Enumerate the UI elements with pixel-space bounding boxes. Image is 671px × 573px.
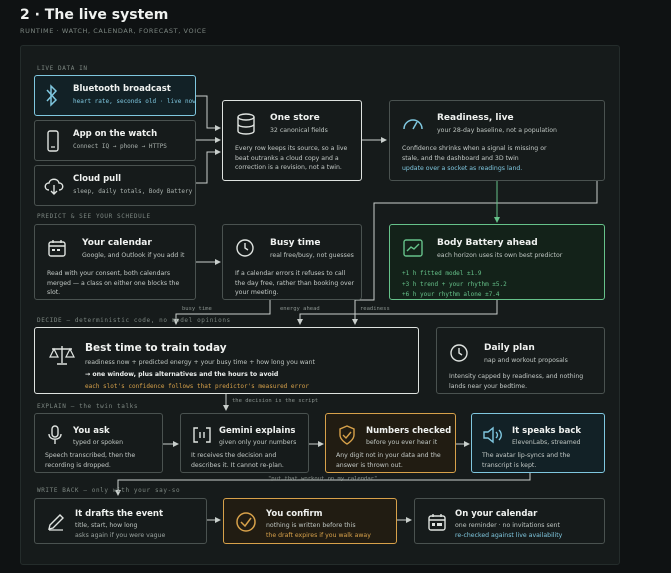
connector-label-busy-time: busy time [182, 306, 212, 312]
brackets-icon [193, 427, 211, 443]
node-title: It speaks back [512, 426, 582, 436]
node-title: Body Battery ahead [437, 238, 538, 248]
trend-chart-icon [403, 239, 423, 257]
forecast-line: +3 h trend + your rhythm ±5.2 [402, 281, 507, 288]
node-title: Best time to train today [85, 342, 227, 354]
check-circle-icon [236, 512, 256, 532]
pen-icon [48, 514, 64, 531]
clock-icon [450, 344, 468, 362]
section-explain: EXPLAIN — the twin talks [37, 403, 139, 410]
shield-check-icon [339, 425, 355, 445]
node-body: The avatar lip-syncs and the transcript … [482, 452, 571, 469]
node-note: each slot's confidence follows that pred… [85, 383, 309, 390]
node-title: Cloud pull [73, 174, 122, 184]
node-body: Every row keeps its source, so a live be… [235, 145, 348, 171]
calendar-icon [48, 240, 66, 257]
node-it-speaks-back: It speaks back ElevenLabs, streamed The … [471, 413, 605, 473]
node-body: Speech transcribed, then the recording i… [45, 452, 136, 469]
section-decide: DECIDE — deterministic code, no model op… [37, 317, 231, 324]
node-subtitle: ElevenLabs, streamed [512, 439, 581, 446]
cloud-download-icon [44, 178, 64, 195]
node-note: the draft expires if you walk away [266, 532, 371, 539]
edge-cloud-store [196, 149, 221, 184]
node-you-confirm: You confirm nothing is written before th… [223, 498, 397, 544]
clock-icon [236, 239, 254, 257]
node-note: re-checked against live availability [455, 532, 563, 539]
node-body: Confidence shrinks when a signal is miss… [402, 145, 547, 162]
node-subtitle: nap and workout proposals [484, 357, 568, 364]
forecast-line: +1 h fitted model ±1.9 [402, 270, 482, 277]
node-title: Gemini explains [219, 426, 296, 436]
section-write-back: WRITE BACK — only with your say-so [37, 487, 181, 494]
node-subtitle: Connect IQ → phone → HTTPS [73, 143, 167, 150]
node-app-on-watch: App on the watch Connect IQ → phone → HT… [34, 120, 196, 161]
node-you-ask: You ask typed or spoken Speech transcrib… [34, 413, 163, 473]
node-body: If a calendar errors it refuses to call … [235, 270, 355, 296]
node-body-battery-ahead: Body Battery ahead each horizon uses its… [389, 224, 605, 300]
node-subtitle: heart rate, seconds old · live now [73, 98, 196, 105]
node-busy-time: Busy time real free/busy, not guesses If… [222, 224, 362, 300]
node-title: One store [270, 113, 320, 123]
node-bluetooth-broadcast: Bluetooth broadcast heart rate, seconds … [34, 75, 196, 116]
node-title: You ask [73, 426, 110, 436]
node-readiness-live: Readiness, live your 28-day baseline, no… [389, 100, 605, 181]
database-icon [237, 113, 255, 135]
node-subtitle: each horizon uses its own best predictor [437, 252, 563, 259]
connector-label-decision-script: the decision is the script [232, 398, 319, 404]
node-subtitle: one reminder · no invitations sent [455, 522, 560, 529]
connector-label-quote: "put that workout on my calendar" [268, 476, 378, 482]
node-body: Any digit not in your data and the answe… [336, 452, 441, 469]
node-title: Readiness, live [437, 113, 514, 123]
node-title: Daily plan [484, 343, 535, 353]
node-title: Your calendar [82, 238, 152, 248]
node-result: → one window, plus alternatives and the … [85, 371, 279, 378]
watch-icon [47, 130, 59, 152]
gauge-icon [403, 119, 423, 130]
node-title: On your calendar [455, 509, 538, 519]
node-title: It drafts the event [75, 509, 164, 519]
node-title: Busy time [270, 238, 321, 248]
node-gemini-explains: Gemini explains given only your numbers … [180, 413, 309, 473]
node-subtitle: before you ever hear it [366, 439, 438, 446]
node-title: Bluetooth broadcast [73, 84, 171, 94]
scales-icon [49, 346, 75, 365]
node-best-time-to-train: Best time to train today readiness now +… [34, 327, 419, 394]
node-cloud-pull: Cloud pull sleep, daily totals, Body Bat… [34, 165, 196, 206]
node-title: Numbers checked [366, 426, 452, 436]
node-note: asks again if you were vague [75, 532, 166, 539]
node-title: App on the watch [73, 129, 158, 139]
node-subtitle: sleep, daily totals, Body Battery [73, 188, 193, 195]
edge-bluetooth-store [196, 95, 221, 131]
connector-label-energy-ahead: energy ahead [280, 306, 320, 312]
calendar-check-icon [428, 514, 446, 531]
speaker-icon [483, 426, 502, 444]
node-subtitle: nothing is written before this [266, 522, 356, 529]
node-body: Intensity capped by readiness, and nothi… [449, 373, 584, 390]
forecast-line: +6 h your rhythm alone ±7.4 [402, 291, 500, 298]
edge-battery-decide [297, 300, 498, 325]
node-subtitle: readiness now + predicted energy + your … [85, 359, 315, 366]
node-your-calendar: Your calendar Google, and Outlook if you… [34, 224, 196, 300]
node-title: You confirm [266, 509, 323, 519]
node-body: It receives the decision and describes i… [191, 452, 284, 469]
microphone-icon [48, 425, 62, 444]
node-subtitle: real free/busy, not guesses [270, 252, 354, 259]
node-body: Read with your consent, both calendars m… [47, 270, 180, 296]
node-link-text: update over a socket as readings land. [402, 165, 523, 172]
section-live-data: LIVE DATA IN [37, 65, 88, 72]
node-subtitle: 32 canonical fields [270, 127, 328, 134]
section-predict: PREDICT & SEE YOUR SCHEDULE [37, 213, 151, 220]
connector-label-readiness: readiness [360, 306, 390, 312]
bluetooth-icon [46, 84, 58, 107]
node-subtitle: Google, and Outlook if you add it [82, 252, 185, 259]
node-on-your-calendar: On your calendar one reminder · no invit… [414, 498, 605, 544]
node-daily-plan: Daily plan nap and workout proposals Int… [436, 327, 605, 394]
node-subtitle: typed or spoken [73, 439, 124, 446]
node-subtitle: title, start, how long [75, 522, 138, 529]
node-one-store: One store 32 canonical fields Every row … [222, 100, 362, 181]
node-numbers-checked: Numbers checked before you ever hear it … [325, 413, 456, 473]
node-subtitle: your 28-day baseline, not a population [437, 127, 557, 134]
node-subtitle: given only your numbers [219, 439, 297, 446]
node-drafts-event: It drafts the event title, start, how lo… [34, 498, 207, 544]
